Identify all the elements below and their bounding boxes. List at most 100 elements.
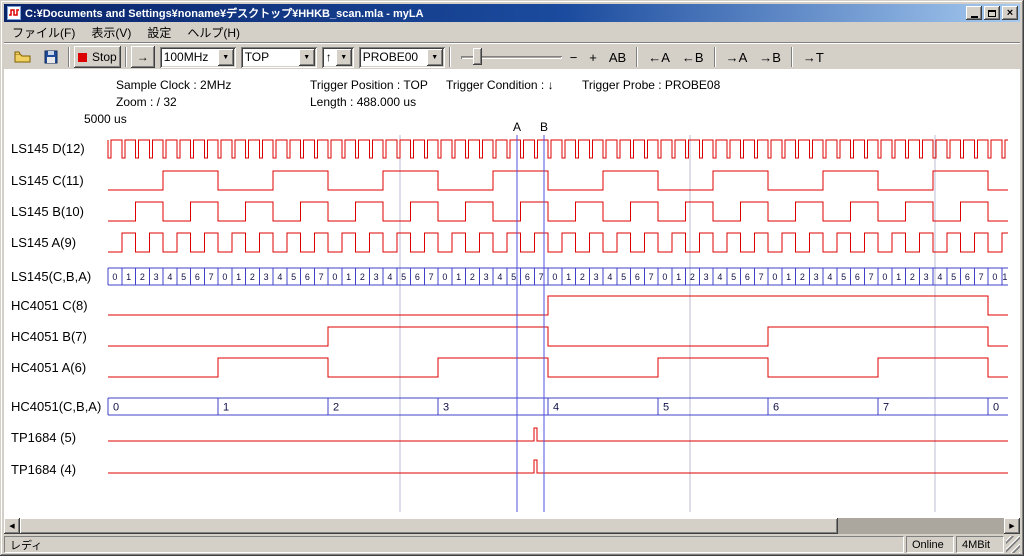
bus-value: 0 (552, 272, 557, 282)
bus-value: 6 (855, 272, 860, 282)
bus-value: 5 (841, 272, 846, 282)
bus-value: 5 (951, 272, 956, 282)
bus-value: 4 (937, 272, 942, 282)
bus-value: 7 (319, 272, 324, 282)
goto-cursor-a-left-button[interactable]: ←A (642, 47, 676, 67)
menu-settings[interactable]: 設定 (139, 22, 179, 43)
bus-value: 7 (883, 402, 889, 414)
goto-cursor-b-left-button[interactable]: ←B (676, 47, 710, 67)
cursor-a-label: A (513, 120, 521, 134)
bus-value: 5 (511, 272, 516, 282)
goto-cursor-b-right-button[interactable]: →B (753, 47, 787, 67)
dropdown-arrow-icon[interactable]: ▼ (336, 49, 352, 66)
close-button[interactable]: × (1002, 6, 1018, 20)
bus-value: 0 (113, 402, 119, 414)
bus-value: 5 (401, 272, 406, 282)
bus-value: 4 (553, 402, 559, 414)
scroll-right-button[interactable]: ▶ (1004, 518, 1020, 534)
close-icon: × (1007, 8, 1013, 19)
bus-value: 6 (415, 272, 420, 282)
waveform-area[interactable]: Sample Clock : 2MHz Trigger Position : T… (4, 69, 1020, 518)
bus-value: 6 (525, 272, 530, 282)
bus-value: 6 (195, 272, 200, 282)
bus-value: 7 (979, 272, 984, 282)
toolbar-separator (449, 47, 451, 67)
scroll-left-button[interactable]: ◀ (4, 518, 20, 534)
bus-value: 3 (814, 272, 819, 282)
toolbar-separator (125, 47, 127, 67)
window-title: C:¥Documents and Settings¥noname¥デスクトップ¥… (25, 5, 964, 21)
cursor-b-label: B (540, 120, 548, 134)
run-arrow-icon: → (137, 50, 149, 64)
scroll-right-icon: ▶ (1009, 522, 1014, 530)
bus-value: 7 (539, 272, 544, 282)
bus-value: 4 (827, 272, 832, 282)
dropdown-arrow-icon[interactable]: ▼ (218, 49, 234, 66)
dropdown-arrow-icon[interactable]: ▼ (299, 49, 315, 66)
open-folder-icon (14, 50, 32, 64)
maximize-button[interactable] (984, 6, 1000, 20)
bus-value: 0 (442, 272, 447, 282)
ab-range-button[interactable]: AB (603, 47, 632, 67)
open-file-button[interactable] (8, 47, 38, 67)
save-floppy-icon (44, 50, 58, 64)
dropdown-arrow-icon[interactable]: ▼ (427, 49, 443, 66)
menu-help[interactable]: ヘルプ(H) (179, 22, 248, 43)
title-bar[interactable]: C:¥Documents and Settings¥noname¥デスクトップ¥… (4, 4, 1020, 22)
bus-value: 0 (332, 272, 337, 282)
waveform-7 (108, 358, 1008, 377)
waveform-1 (108, 171, 1008, 190)
bus-value: 5 (181, 272, 186, 282)
sample-clock-value: 100MHz (164, 50, 214, 64)
trigger-probe-select[interactable]: PROBE00 ▼ (359, 47, 445, 68)
bus-value: 4 (607, 272, 612, 282)
save-file-button[interactable] (38, 47, 64, 67)
zoom-out-button[interactable]: − (564, 47, 584, 67)
minimize-button[interactable] (966, 6, 982, 20)
bus-value: 4 (497, 272, 502, 282)
bus-value: 1 (236, 272, 241, 282)
menu-file[interactable]: ファイル(F) (4, 22, 83, 43)
zoom-slider[interactable] (459, 46, 564, 68)
sample-clock-select[interactable]: 100MHz ▼ (160, 47, 236, 68)
bus-value: 7 (209, 272, 214, 282)
app-icon (7, 6, 21, 20)
zoom-in-button[interactable]: + (583, 47, 603, 67)
trigger-probe-value: PROBE00 (363, 50, 423, 64)
horizontal-scrollbar[interactable]: ◀ ▶ (4, 518, 1020, 534)
zoom-slider-thumb[interactable] (473, 48, 482, 65)
waveform-2 (108, 202, 1008, 221)
bus-value: 4 (167, 272, 172, 282)
timing-diagram: 0123456701234567012345670123456701234567… (4, 69, 1020, 518)
bus-value: 3 (374, 272, 379, 282)
bus-value: 6 (305, 272, 310, 282)
maximize-icon (988, 10, 996, 17)
goto-cursor-a-right-button[interactable]: →A (720, 47, 754, 67)
waveform-3 (108, 233, 1008, 252)
menu-view[interactable]: 表示(V) (83, 22, 139, 43)
bus-value: 7 (649, 272, 654, 282)
run-button[interactable]: → (131, 46, 155, 68)
bus-value: 1 (456, 272, 461, 282)
minimize-icon (971, 16, 978, 18)
trigger-position-value: TOP (245, 50, 295, 64)
waveform-9 (108, 428, 1008, 441)
bus-value: 6 (773, 402, 779, 414)
bus-value: 1 (566, 272, 571, 282)
bus-value: 2 (910, 272, 915, 282)
stop-button[interactable]: Stop (74, 46, 121, 68)
scrollbar-thumb[interactable] (20, 518, 838, 534)
status-memory: 4MBit (956, 536, 1004, 553)
resize-grip[interactable] (1006, 536, 1020, 553)
toolbar-separator (714, 47, 716, 67)
trigger-position-select[interactable]: TOP ▼ (241, 47, 317, 68)
trigger-edge-select[interactable]: ↑ ▼ (322, 47, 354, 68)
menu-bar: ファイル(F) 表示(V) 設定 ヘルプ(H) (4, 23, 1020, 42)
status-bar: レディ Online 4MBit (4, 536, 1020, 553)
bus-value: 1 (223, 402, 229, 414)
bus-value: 1 (126, 272, 131, 282)
bus-value: 3 (484, 272, 489, 282)
goto-trigger-button[interactable]: →T (797, 47, 830, 67)
bus-value: 3 (264, 272, 269, 282)
bus-value: 0 (772, 272, 777, 282)
